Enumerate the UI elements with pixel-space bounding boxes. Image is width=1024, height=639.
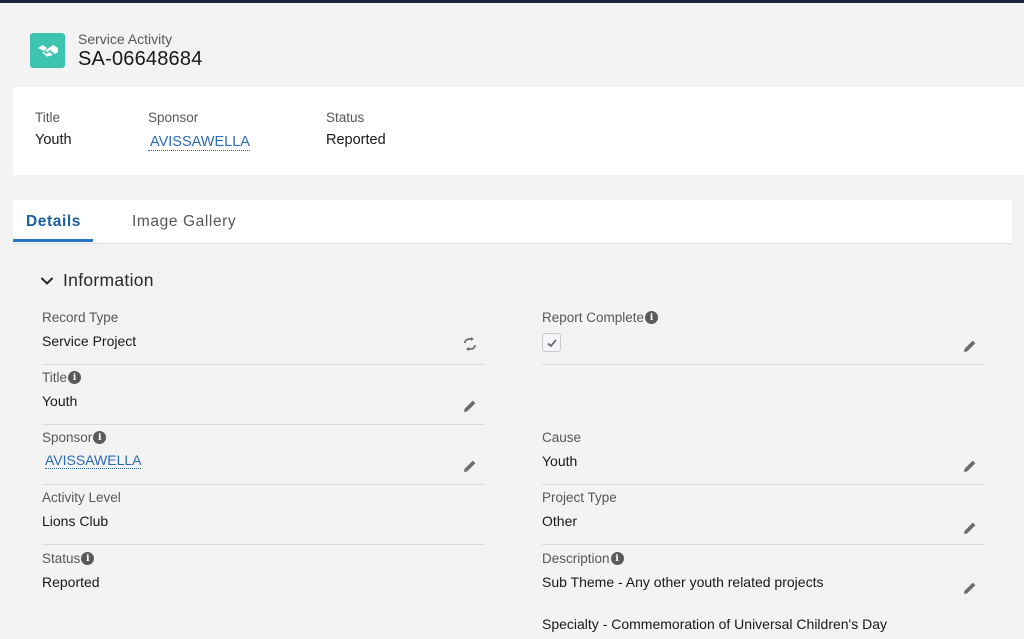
highlight-sponsor: Sponsor AVISSAWELLA <box>148 110 250 151</box>
section-toggle[interactable]: Information <box>40 270 154 291</box>
record-header: Service Activity SA-06648684 <box>0 3 1024 87</box>
object-type-label: Service Activity <box>78 31 173 47</box>
field-status: Status i Reported <box>42 545 484 606</box>
field-label: Status i <box>42 551 95 566</box>
highlight-value: Reported <box>326 132 386 148</box>
active-tab-indicator <box>13 239 93 242</box>
description-line-1: Sub Theme - Any other youth related proj… <box>542 574 824 590</box>
details-card: Details Image Gallery Information Record… <box>13 200 1012 639</box>
description-line-2: Specialty - Commemoration of Universal C… <box>542 616 888 632</box>
highlight-value: Youth <box>35 132 72 148</box>
tab-details[interactable]: Details <box>26 213 81 231</box>
field-title: Title i Youth <box>42 364 484 425</box>
field-label-text: Status <box>42 551 81 566</box>
change-record-type-icon[interactable] <box>462 336 478 352</box>
field-record-type: Record Type Service Project <box>42 304 484 365</box>
highlight-status: Status Reported <box>326 110 386 148</box>
chevron-down-icon <box>41 277 53 285</box>
highlight-label: Title <box>35 110 61 125</box>
info-icon[interactable]: i <box>93 431 107 444</box>
info-icon[interactable]: i <box>68 371 82 384</box>
field-label: Description i <box>542 551 624 566</box>
handshake-icon <box>30 33 65 68</box>
section-title: Information <box>63 270 154 290</box>
field-label: Cause <box>542 430 582 445</box>
sponsor-link[interactable]: AVISSAWELLA <box>148 134 250 151</box>
field-value: Lions Club <box>42 513 109 529</box>
field-label-text: Report Complete <box>542 310 645 325</box>
field-project-type: Project Type Other <box>542 484 984 545</box>
edit-pencil-icon[interactable] <box>962 458 978 474</box>
highlight-title: Title Youth <box>35 110 72 148</box>
field-label: Project Type <box>542 490 617 505</box>
tab-image-gallery[interactable]: Image Gallery <box>132 213 236 231</box>
field-label: Record Type <box>42 310 119 325</box>
edit-pencil-icon[interactable] <box>962 580 978 596</box>
sponsor-link[interactable]: AVISSAWELLA <box>45 452 142 469</box>
field-value: Youth <box>42 393 78 409</box>
info-icon[interactable]: i <box>610 552 624 565</box>
field-label-text: Title <box>42 370 68 385</box>
edit-pencil-icon[interactable] <box>462 398 478 414</box>
highlights-panel: Title Youth Sponsor AVISSAWELLA Status R… <box>13 87 1024 175</box>
field-label-text: Description <box>542 551 610 566</box>
info-icon[interactable]: i <box>645 311 659 324</box>
tab-bar: Details Image Gallery <box>13 200 1012 244</box>
field-sponsor: Sponsor i AVISSAWELLA <box>42 424 484 485</box>
field-value: Reported <box>42 574 100 590</box>
field-label: Report Complete i <box>542 310 659 325</box>
field-cause: Cause Youth <box>542 424 984 485</box>
field-label: Activity Level <box>42 490 121 505</box>
edit-pencil-icon[interactable] <box>962 520 978 536</box>
field-value: Youth <box>542 453 578 469</box>
info-icon[interactable]: i <box>81 552 95 565</box>
field-activity-level: Activity Level Lions Club <box>42 484 484 545</box>
field-value: Other <box>542 513 578 529</box>
record-name: SA-06648684 <box>78 48 203 70</box>
field-value: Service Project <box>42 333 137 349</box>
field-label: Sponsor i <box>42 430 107 445</box>
highlight-label: Sponsor <box>148 110 199 125</box>
highlight-label: Status <box>326 110 365 125</box>
field-label-text: Sponsor <box>42 430 93 445</box>
checkmark-icon <box>546 338 557 347</box>
field-report-complete: Report Complete i <box>542 304 984 365</box>
edit-pencil-icon[interactable] <box>962 338 978 354</box>
edit-pencil-icon[interactable] <box>462 458 478 474</box>
report-complete-checkbox <box>542 333 561 352</box>
information-section: Information Record Type Service Project … <box>13 244 1012 639</box>
field-description: Description i Sub Theme - Any other yout… <box>542 545 984 639</box>
field-label: Title i <box>42 370 82 385</box>
